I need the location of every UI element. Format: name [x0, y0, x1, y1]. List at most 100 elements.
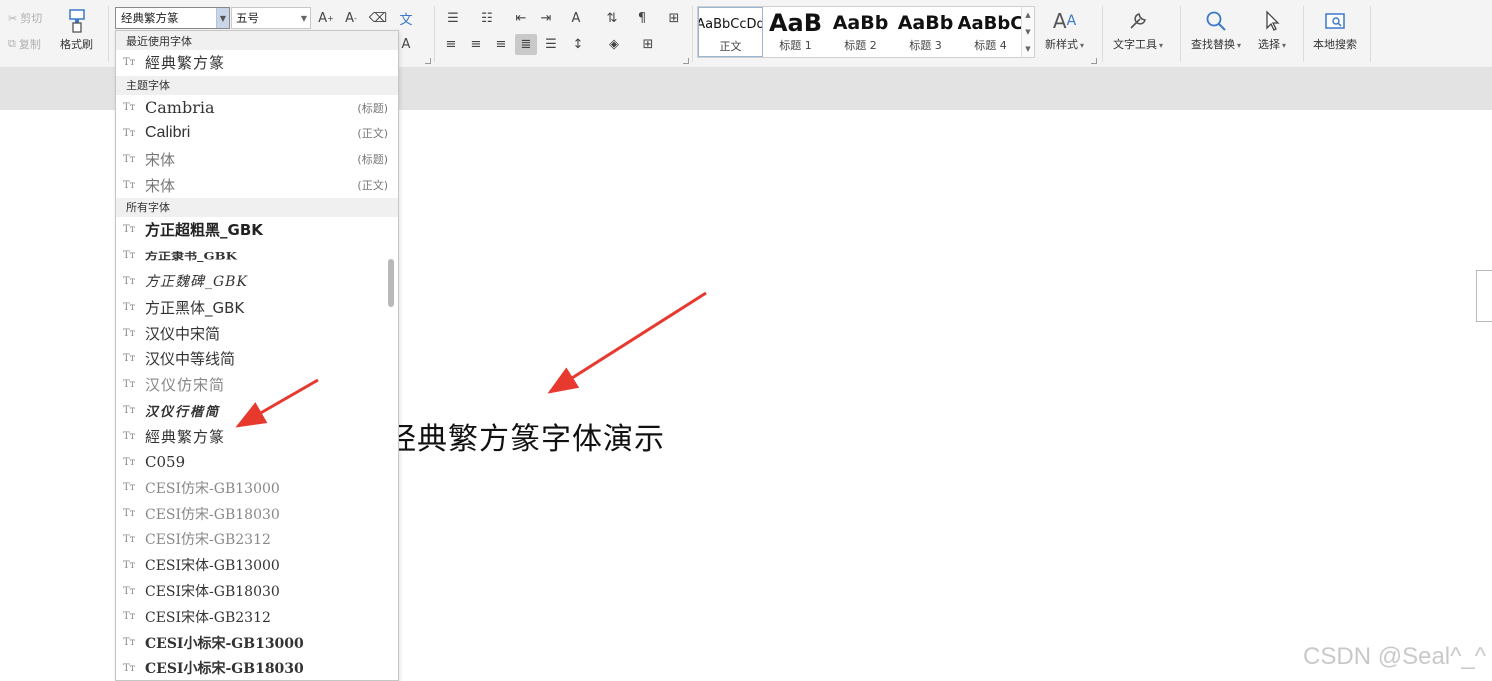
folder-search-icon	[1323, 6, 1347, 36]
chevron-up-icon[interactable]: ▲	[1025, 11, 1030, 19]
chevron-down-icon[interactable]: ▼	[1025, 28, 1030, 36]
styles-dialog-launcher-icon[interactable]	[1091, 58, 1097, 64]
watermark: CSDN @Seal^_^	[1303, 643, 1486, 670]
font-item[interactable]: Tт 汉仪仿宋简	[116, 372, 398, 398]
table-borders-icon[interactable]: ⊞	[664, 9, 684, 27]
truetype-icon: Tт	[123, 559, 136, 571]
numbered-list-icon[interactable]: ☷	[477, 9, 497, 27]
chevron-down-icon[interactable]: ▼	[216, 8, 229, 28]
align-left-icon[interactable]: ≡	[441, 35, 461, 53]
document-body-text[interactable]: 经典繁方篆字体演示	[386, 414, 665, 458]
justify-icon[interactable]: ≣	[515, 34, 537, 55]
dropdown-scrollbar-thumb[interactable]	[388, 259, 394, 307]
styles-gallery[interactable]: AaBbCcDd 正文 AaB 标题 1 AaBb 标题 2 AaBb 标题 3…	[697, 6, 1035, 58]
truetype-icon: Tт	[123, 379, 136, 391]
style-heading-1[interactable]: AaB 标题 1	[763, 7, 828, 57]
truetype-icon: Tт	[123, 127, 136, 139]
style-heading-2[interactable]: AaBb 标题 2	[828, 7, 893, 57]
find-replace-button[interactable]: 查找替换 ▾	[1191, 6, 1241, 52]
line-spacing-icon[interactable]: ↕	[568, 35, 588, 53]
font-item[interactable]: Tт CESI宋体-GB2312	[116, 604, 398, 630]
cut-button[interactable]: ✂ 剪切	[8, 9, 42, 27]
page-corner-mark	[1476, 270, 1492, 322]
bullet-list-icon[interactable]: ☰	[443, 9, 463, 27]
font-item[interactable]: Tт Calibri (正文)	[116, 121, 398, 147]
truetype-icon: Tт	[123, 533, 136, 545]
styles-gallery-scroll[interactable]: ▲ ▼ ▼	[1021, 7, 1034, 57]
truetype-icon: Tт	[123, 301, 136, 313]
chinese-layout-icon[interactable]: A	[566, 9, 586, 27]
font-item[interactable]: Tт 方正隶书_GBK	[116, 243, 398, 269]
group-divider	[692, 6, 693, 62]
char-border-icon[interactable]: A	[396, 35, 416, 53]
font-item[interactable]: Tт 方正超粗黑_GBK	[116, 217, 398, 243]
copy-icon: ⧉	[8, 37, 16, 50]
section-recent-fonts: 最近使用字体	[116, 31, 398, 50]
align-center-icon[interactable]: ≡	[466, 35, 486, 53]
group-divider	[1370, 6, 1371, 62]
phonetic-guide-icon[interactable]: 文	[396, 9, 416, 28]
more-icon[interactable]: ▼	[1025, 45, 1030, 53]
align-right-icon[interactable]: ≡	[491, 35, 511, 53]
font-item[interactable]: Tт 經典繁方篆	[116, 423, 398, 449]
copy-button[interactable]: ⧉ 复制	[8, 35, 41, 53]
distributed-align-icon[interactable]: ☰	[541, 35, 561, 53]
cursor-icon	[1262, 6, 1282, 36]
font-item[interactable]: Tт Cambria (标题)	[116, 95, 398, 121]
paragraph-dialog-launcher-icon[interactable]	[683, 58, 689, 64]
truetype-icon: Tт	[123, 353, 136, 365]
font-item[interactable]: Tт CESI宋体-GB18030	[116, 578, 398, 604]
shading-icon[interactable]: ◈	[604, 35, 624, 53]
style-heading-4[interactable]: AaBbC 标题 4	[958, 7, 1023, 57]
decrease-indent-icon[interactable]: ⇤	[511, 9, 531, 27]
wps-writer-window: ✂ 剪切 ⧉ 复制 格式刷 经典繁方篆 ▼ 五号 ▼ A+ A- ⌫ 文 A	[0, 0, 1492, 681]
font-size-combo[interactable]: 五号 ▼	[231, 7, 311, 29]
font-item[interactable]: Tт 宋体 (标题)	[116, 146, 398, 172]
scissors-icon: ✂	[8, 11, 18, 25]
truetype-icon: Tт	[123, 327, 136, 339]
group-divider	[1102, 6, 1103, 62]
font-item[interactable]: Tт CESI小标宋-GB18030	[116, 656, 398, 680]
style-heading-3[interactable]: AaBb 标题 3	[893, 7, 958, 57]
select-button[interactable]: 选择 ▾	[1258, 6, 1286, 52]
chevron-down-icon: ▾	[1282, 41, 1287, 50]
text-tools-button[interactable]: 文字工具 ▾	[1113, 6, 1163, 52]
chevron-down-icon[interactable]: ▼	[298, 14, 310, 23]
font-item[interactable]: Tт C059	[116, 449, 398, 475]
font-name-combo[interactable]: 经典繁方篆 ▼	[115, 7, 230, 29]
truetype-icon: Tт	[123, 102, 136, 114]
shrink-font-icon[interactable]: A-	[341, 9, 361, 27]
style-normal[interactable]: AaBbCcDd 正文	[698, 7, 763, 57]
font-dropdown[interactable]: 最近使用字体 Tт 經典繁方篆 主题字体 Tт Cambria (标题) Tт …	[115, 30, 399, 681]
clear-format-icon[interactable]: ⌫	[368, 9, 388, 27]
font-item[interactable]: Tт CESI仿宋-GB2312	[116, 527, 398, 553]
font-item[interactable]: Tт 方正魏碑_GBK	[116, 269, 398, 295]
group-divider	[108, 6, 109, 62]
truetype-icon: Tт	[123, 404, 136, 416]
local-search-button[interactable]: 本地搜索	[1313, 6, 1357, 52]
font-item[interactable]: Tт 汉仪中宋简	[116, 320, 398, 346]
font-item[interactable]: Tт 經典繁方篆	[116, 50, 398, 76]
sort-icon[interactable]: ⇅	[602, 9, 622, 27]
font-item[interactable]: Tт 方正黑体_GBK	[116, 294, 398, 320]
font-item[interactable]: Tт CESI小标宋-GB13000	[116, 630, 398, 656]
font-item[interactable]: Tт 汉仪行楷简	[116, 398, 398, 424]
font-item[interactable]: Tт 汉仪中等线简	[116, 346, 398, 372]
borders-icon[interactable]: ⊞	[638, 35, 658, 53]
format-painter-icon	[66, 6, 88, 36]
grow-font-icon[interactable]: A +	[316, 9, 336, 27]
truetype-icon: Tт	[123, 275, 136, 287]
group-divider	[1180, 6, 1181, 62]
increase-indent-icon[interactable]: ⇥	[536, 9, 556, 27]
format-painter-button[interactable]: 格式刷	[60, 6, 93, 52]
font-item[interactable]: Tт CESI宋体-GB13000	[116, 552, 398, 578]
font-dialog-launcher-icon[interactable]	[425, 58, 431, 64]
truetype-icon: Tт	[123, 57, 136, 69]
truetype-icon: Tт	[123, 250, 136, 262]
chevron-down-icon: ▾	[1159, 41, 1164, 50]
new-style-button[interactable]: AA 新样式 ▾	[1045, 6, 1084, 52]
show-marks-icon[interactable]: ¶	[632, 9, 652, 27]
font-item[interactable]: Tт CESI仿宋-GB18030	[116, 501, 398, 527]
font-item[interactable]: Tт 宋体 (正文)	[116, 172, 398, 198]
font-item[interactable]: Tт CESI仿宋-GB13000	[116, 475, 398, 501]
